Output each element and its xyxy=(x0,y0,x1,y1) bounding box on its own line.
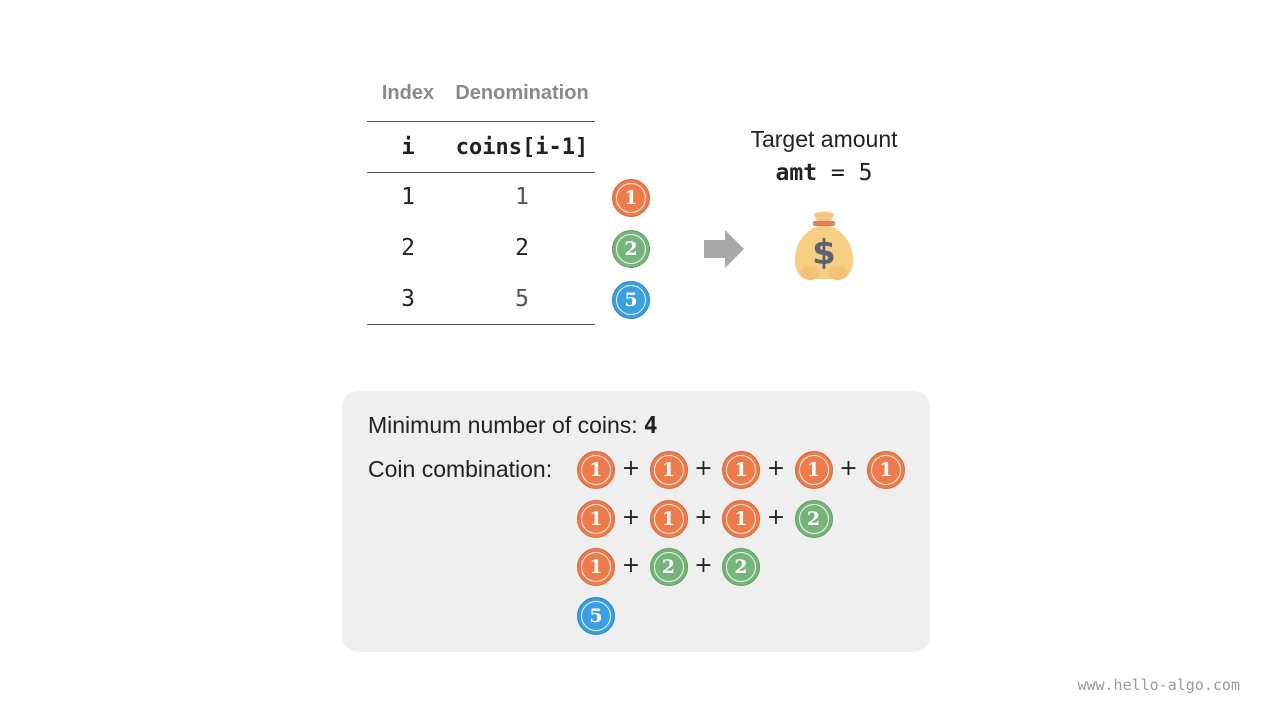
min-coins-line: Minimum number of coins: 4 xyxy=(368,412,658,439)
coin-1-icon: 1 xyxy=(649,451,688,489)
subheader-index: i xyxy=(401,135,415,160)
watermark: www.hello-algo.com xyxy=(1077,676,1240,694)
min-coins-value: 4 xyxy=(643,413,658,439)
row-3-index: 3 xyxy=(401,286,415,312)
header-denomination: Denomination xyxy=(455,82,589,104)
target-eq: = xyxy=(830,160,845,186)
coin-1-icon: 1 xyxy=(577,451,615,489)
coin-5-icon: 5 xyxy=(612,281,650,319)
plus-sign: + xyxy=(621,504,641,530)
coin-5-icon: 5 xyxy=(577,596,615,635)
coin-1-icon: 1 xyxy=(722,451,760,489)
row-2-index: 2 xyxy=(401,235,415,261)
right-arrow-icon xyxy=(704,230,744,268)
plus-sign: + xyxy=(621,456,641,481)
plus-sign: + xyxy=(694,504,713,530)
min-coins-label: Minimum number of coins: xyxy=(368,412,638,438)
coin-2-icon: 2 xyxy=(794,499,833,538)
coin-1-icon: 1 xyxy=(649,499,688,538)
coin-1-icon: 1 xyxy=(794,451,833,489)
header-index: Index xyxy=(381,82,435,104)
plus-sign: + xyxy=(694,553,713,579)
row-1-index: 1 xyxy=(401,184,415,210)
coin-combination-label: Coin combination: xyxy=(368,456,553,482)
coin-2-icon: 2 xyxy=(722,548,760,587)
plus-sign: + xyxy=(621,553,641,579)
coin-1-icon: 1 xyxy=(577,548,615,587)
coin-1-icon: 1 xyxy=(577,499,615,538)
plus-sign: + xyxy=(839,456,858,481)
plus-sign: + xyxy=(766,456,786,481)
header-rule xyxy=(367,121,595,122)
target-var: amt xyxy=(775,160,818,186)
coin-1-icon: 1 xyxy=(867,451,905,489)
target-value: 5 xyxy=(858,160,873,186)
row-2-denomination: 2 xyxy=(515,235,529,261)
table-bottom-rule xyxy=(367,324,595,325)
row-1-denomination: 1 xyxy=(515,184,529,210)
coin-2-icon: 2 xyxy=(649,548,688,587)
coin-2-icon: 2 xyxy=(612,230,650,268)
target-amount-label: Target amount xyxy=(750,126,898,152)
svg-text:$: $ xyxy=(812,233,836,273)
coin-1-icon: 1 xyxy=(722,499,760,538)
subheader-denomination: coins[i-1] xyxy=(455,135,589,160)
plus-sign: + xyxy=(766,504,786,530)
subheader-rule xyxy=(367,172,595,173)
money-bag-icon: $ xyxy=(794,211,854,280)
plus-sign: + xyxy=(694,456,713,481)
coin-1-icon: 1 xyxy=(612,179,650,217)
row-3-denomination: 5 xyxy=(515,286,529,312)
target-expression: amt = 5 xyxy=(724,160,924,186)
